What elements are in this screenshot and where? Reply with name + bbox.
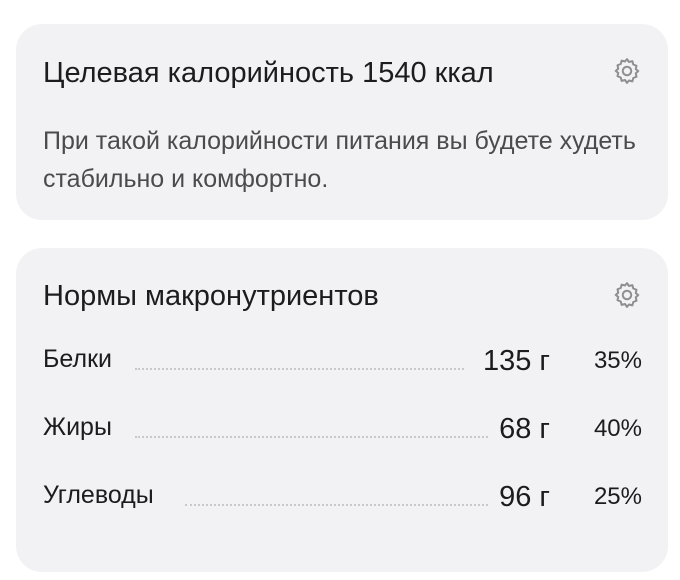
macronutrients-card: Нормы макронутриентов Белки 135 г 35% Жи… bbox=[16, 248, 668, 572]
macro-percent: 25% bbox=[593, 483, 642, 510]
macro-row-protein: Белки 135 г 35% bbox=[43, 340, 642, 380]
macronutrients-title: Нормы макронутриентов bbox=[43, 280, 379, 312]
macro-percent: 35% bbox=[593, 347, 642, 374]
macro-grams: 96 г bbox=[499, 481, 550, 513]
gear-icon[interactable] bbox=[612, 56, 642, 86]
calorie-target-card: Целевая калорийность 1540 ккал При такой… bbox=[16, 24, 668, 220]
gear-icon[interactable] bbox=[612, 280, 642, 310]
macro-name: Белки bbox=[43, 345, 112, 373]
macro-grams: 135 г bbox=[482, 345, 550, 377]
dotted-leader bbox=[135, 436, 488, 438]
macro-row-carbs: Углеводы 96 г 25% bbox=[43, 476, 642, 516]
calorie-target-title: Целевая калорийность 1540 ккал bbox=[43, 57, 494, 89]
calorie-target-description: При такой калорийности питания вы будете… bbox=[43, 127, 636, 193]
macro-row-fat: Жиры 68 г 40% bbox=[43, 408, 642, 448]
dotted-leader bbox=[185, 504, 488, 506]
macro-name: Углеводы bbox=[43, 481, 154, 509]
dotted-leader bbox=[135, 368, 464, 370]
macro-percent: 40% bbox=[593, 415, 642, 442]
macro-name: Жиры bbox=[43, 413, 112, 441]
macro-grams: 68 г bbox=[499, 413, 550, 445]
